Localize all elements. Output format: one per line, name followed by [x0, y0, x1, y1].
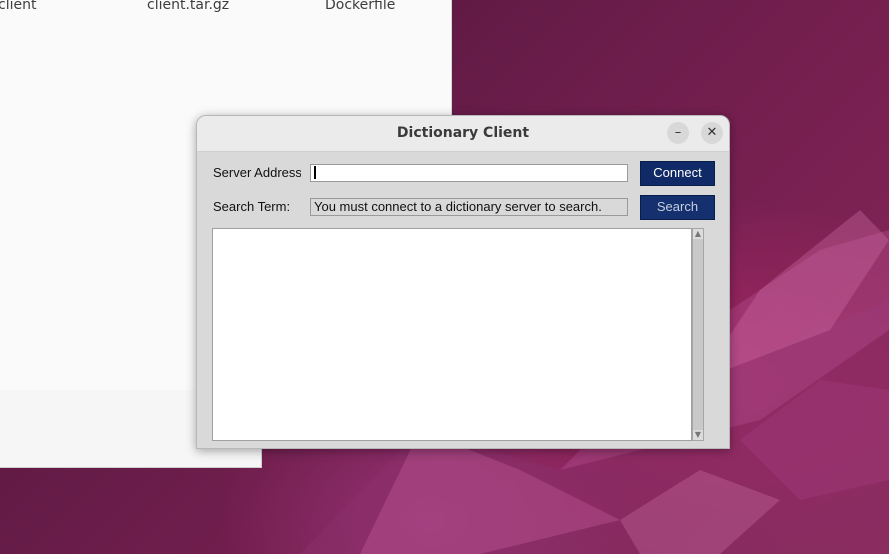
search-button[interactable]: Search	[640, 195, 715, 220]
desktop: client client.tar.gz Dockerfile Dictiona…	[0, 0, 889, 554]
dictionary-client-window: Dictionary Client – ✕ Server Address: Co…	[196, 115, 730, 449]
file-item-client-tar-gz[interactable]: client.tar.gz	[147, 0, 229, 13]
file-item-client[interactable]: client	[0, 0, 36, 13]
server-address-label: Server Address:	[213, 165, 301, 180]
server-address-input[interactable]	[310, 164, 628, 182]
close-icon: ✕	[706, 125, 718, 140]
results-text-area[interactable]	[212, 228, 692, 441]
minimize-button[interactable]: –	[667, 122, 689, 144]
window-title: Dictionary Client	[396, 125, 530, 141]
minimize-icon: –	[674, 125, 682, 140]
title-bar[interactable]: Dictionary Client – ✕	[197, 116, 729, 152]
results-scrollbar[interactable]: ▲ ▼	[692, 228, 704, 441]
search-term-label: Search Term:	[213, 199, 291, 214]
connect-button[interactable]: Connect	[640, 161, 715, 186]
scroll-up-icon[interactable]: ▲	[693, 229, 703, 239]
search-term-input[interactable]: You must connect to a dictionary server …	[310, 198, 628, 216]
file-item-dockerfile[interactable]: Dockerfile	[325, 0, 395, 13]
scroll-down-icon[interactable]: ▼	[693, 430, 703, 440]
text-cursor	[314, 166, 316, 180]
close-button[interactable]: ✕	[701, 122, 723, 144]
